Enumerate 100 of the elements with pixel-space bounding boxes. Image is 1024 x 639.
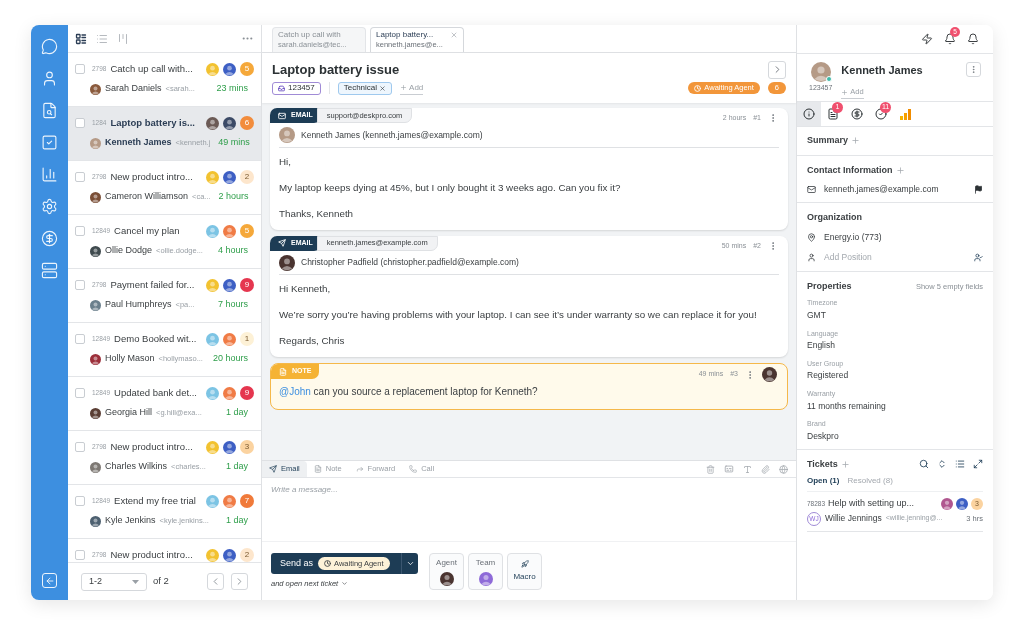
count-badge: 2 (240, 170, 254, 184)
message-text: We’re sorry you’re having problems with your laptop. I can see it’s under warranty so we can replace it for you! (279, 309, 758, 321)
requester-name: Georgia Hill (105, 406, 153, 420)
close-icon[interactable] (379, 84, 387, 92)
checkbox[interactable] (75, 334, 85, 344)
checkbox[interactable] (75, 172, 85, 182)
board-view-icon[interactable] (117, 32, 129, 45)
count-badge: 7 (240, 494, 254, 508)
count-badge: 3 (240, 440, 254, 454)
macro-button[interactable]: Macro (507, 553, 542, 590)
ticket-subject: Cancel my plan (114, 223, 180, 238)
inbox-icon (278, 84, 285, 92)
checkbox[interactable] (75, 496, 85, 506)
add-icon[interactable] (851, 136, 861, 146)
list-icon[interactable] (955, 459, 965, 470)
plus-icon (400, 84, 408, 91)
message-input[interactable]: Write a message... (262, 478, 796, 542)
flag-icon[interactable] (974, 184, 983, 194)
bell-icon[interactable] (967, 33, 979, 45)
ticket-time: 4 hours (217, 244, 249, 258)
search-icon[interactable] (919, 459, 929, 470)
add-icon[interactable] (840, 459, 850, 469)
ticket-time: 2 hours (218, 190, 250, 204)
property-value: 11 months remaining (807, 399, 887, 413)
checkbox[interactable] (75, 442, 85, 452)
user-badge-icon[interactable] (974, 252, 983, 262)
checkbox[interactable] (75, 388, 85, 398)
section-heading: Tickets (807, 457, 838, 471)
page-select[interactable]: 1-2 (81, 572, 147, 591)
checkbox[interactable] (75, 226, 85, 236)
next-button[interactable] (768, 60, 786, 79)
ticket-subject: Help with setting up... (828, 497, 916, 510)
globe-icon[interactable] (779, 464, 788, 474)
agent-button[interactable]: Agent (429, 553, 464, 590)
organization-name: Energy.io (773) (824, 231, 882, 244)
message-text: Regards, Chris (279, 335, 346, 347)
next-page-button[interactable] (231, 573, 248, 590)
note-icon (313, 465, 322, 473)
close-icon[interactable] (450, 31, 458, 39)
location-icon (807, 233, 816, 243)
checkbox[interactable] (75, 118, 85, 128)
count-badge: 5 (240, 224, 254, 238)
section-heading: Contact Information (807, 163, 893, 177)
trash-icon[interactable] (706, 464, 715, 474)
add-icon[interactable] (895, 165, 905, 175)
chat-icon[interactable] (41, 38, 58, 55)
ticket-time: 1 day (225, 514, 249, 528)
requester-name: Paul Humphreys (105, 298, 172, 312)
position-field[interactable]: Add Position (824, 251, 966, 264)
requester-name: Kyle Jenkins (105, 514, 156, 528)
team-button[interactable]: Team (468, 553, 503, 590)
notifications-icon[interactable] (944, 33, 956, 45)
expand-icon[interactable] (973, 459, 983, 470)
bolt-icon[interactable] (921, 33, 933, 45)
section-heading: Organization (807, 210, 862, 224)
message-text: Thanks, Kenneth (279, 207, 355, 220)
tag[interactable]: Technical (337, 81, 393, 95)
more-button[interactable] (966, 62, 981, 77)
ticket-subject: Laptop battery is... (110, 115, 195, 130)
compact-view-icon[interactable] (75, 32, 87, 45)
caret-icon (341, 580, 349, 588)
file-search-icon[interactable] (41, 102, 58, 119)
bar-chart-icon[interactable] (41, 166, 58, 183)
checkbox-icon[interactable] (41, 134, 58, 151)
send-icon (269, 465, 277, 473)
document-icon (827, 108, 839, 120)
phone-icon (409, 465, 418, 473)
send-icon (278, 239, 286, 247)
paperclip-icon[interactable] (761, 464, 770, 474)
clock-icon (694, 84, 702, 92)
page-total: of 2 (153, 574, 169, 589)
checkbox[interactable] (75, 64, 85, 74)
contact-name: Kenneth James (841, 63, 924, 78)
captions-icon[interactable] (724, 464, 734, 474)
dollar-icon[interactable] (41, 230, 58, 247)
section-heading: Summary (807, 134, 849, 147)
arrow-left-icon (44, 575, 55, 586)
info-icon (803, 108, 815, 120)
count-badge: 2 (240, 548, 254, 562)
ticket-subject: Payment failed for... (110, 277, 195, 292)
text-size-icon[interactable] (743, 464, 752, 474)
server-icon[interactable] (41, 262, 58, 279)
ticket-filter-tab[interactable]: Open (1) (807, 475, 840, 487)
requester-name: Kenneth James (105, 136, 172, 150)
ticket-time: 49 mins (218, 136, 251, 150)
user-icon[interactable] (41, 70, 58, 87)
checkbox[interactable] (75, 280, 85, 290)
contact-email: kenneth.james@example.com (824, 183, 940, 196)
contact-tab[interactable] (797, 102, 821, 126)
settings-icon[interactable] (41, 198, 58, 215)
person-icon (807, 252, 816, 262)
checkbox[interactable] (75, 550, 85, 560)
ticket-subject: Demo Booked wit... (114, 331, 197, 346)
ticket-id-badge: 123457 (272, 81, 321, 95)
prev-page-button[interactable] (207, 573, 224, 590)
sort-icon[interactable] (937, 459, 947, 470)
message-text: My laptop keeps dying at 45%, but I only bought it 3 weeks ago. Can you fix it? (279, 181, 622, 194)
caret-icon[interactable] (405, 559, 415, 568)
collapse-button[interactable] (42, 573, 57, 588)
list-view-icon[interactable] (96, 32, 108, 45)
